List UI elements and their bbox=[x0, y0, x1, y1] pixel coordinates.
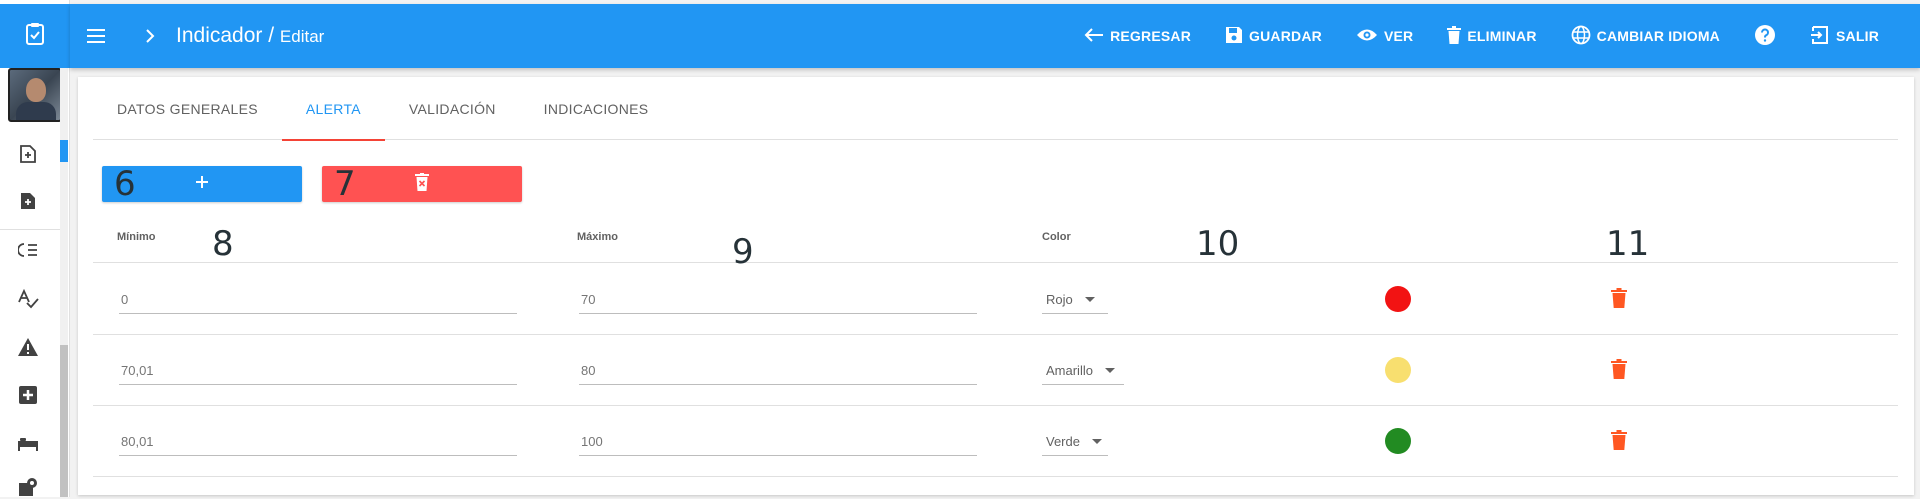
tab-datos-generales[interactable]: DATOS GENERALES bbox=[93, 77, 282, 140]
sidebar-active-indicator bbox=[60, 140, 68, 162]
help-button[interactable] bbox=[1737, 16, 1793, 56]
exit-button[interactable]: SALIR bbox=[1793, 16, 1896, 56]
sidebar-divider bbox=[0, 229, 60, 230]
bed-icon[interactable] bbox=[16, 432, 40, 456]
color-select-value: Amarillo bbox=[1046, 363, 1093, 378]
min-input[interactable]: 0 bbox=[119, 284, 517, 314]
chevron-right-icon[interactable] bbox=[140, 26, 160, 46]
min-input[interactable]: 80,01 bbox=[119, 426, 517, 456]
color-select[interactable]: Amarillo bbox=[1042, 355, 1124, 385]
spellcheck-icon[interactable] bbox=[16, 287, 40, 311]
plus-icon bbox=[195, 175, 209, 194]
header-color: Color bbox=[1042, 231, 1071, 243]
color-swatch bbox=[1385, 286, 1411, 312]
save-icon bbox=[1225, 26, 1243, 47]
tab-bar: DATOS GENERALES ALERTA VALIDACIÓN INDICA… bbox=[93, 77, 1898, 141]
max-input[interactable]: 80 bbox=[579, 355, 977, 385]
header-actions: REGRESAR GUARDAR VER ELIMINAR CAMBIAR ID… bbox=[1067, 4, 1896, 68]
annotation-marker: 10 bbox=[1196, 224, 1240, 264]
header-maximo: Máximo bbox=[577, 231, 618, 243]
page-title-main: Indicador bbox=[176, 24, 263, 47]
color-swatch bbox=[1385, 428, 1411, 454]
eye-icon bbox=[1356, 28, 1378, 45]
back-button-label: REGRESAR bbox=[1110, 28, 1192, 44]
annotation-marker: 11 bbox=[1606, 224, 1650, 264]
trash-icon bbox=[1447, 25, 1462, 47]
dropdown-caret-icon bbox=[1084, 297, 1095, 302]
annotation-marker: 8 bbox=[212, 224, 234, 264]
page-title-separator: / bbox=[262, 24, 280, 47]
delete-row-icon[interactable] bbox=[1611, 288, 1629, 310]
delete-button-label: ELIMINAR bbox=[1467, 28, 1537, 44]
max-input[interactable]: 100 bbox=[579, 426, 977, 456]
tab-alerta[interactable]: ALERTA bbox=[281, 77, 385, 141]
main-card: DATOS GENERALES ALERTA VALIDACIÓN INDICA… bbox=[78, 77, 1914, 495]
back-button[interactable]: REGRESAR bbox=[1067, 16, 1208, 56]
add-row-button[interactable]: 6 bbox=[102, 164, 302, 204]
save-button-label: GUARDAR bbox=[1249, 28, 1322, 44]
delete-row-icon[interactable] bbox=[1611, 430, 1629, 452]
app-header: Indicador / Editar REGRESAR GUARDAR VER … bbox=[70, 4, 1920, 68]
warning-icon[interactable] bbox=[16, 335, 40, 359]
dropdown-caret-icon bbox=[1104, 368, 1115, 373]
header-minimo: Mínimo bbox=[117, 231, 156, 243]
delete-row-icon[interactable] bbox=[1611, 359, 1629, 381]
dropdown-caret-icon bbox=[1091, 439, 1102, 444]
color-select[interactable]: Verde bbox=[1042, 426, 1108, 456]
tab-validacion[interactable]: VALIDACIÓN bbox=[385, 77, 520, 140]
min-input[interactable]: 70,01 bbox=[119, 355, 517, 385]
app-logo[interactable] bbox=[0, 4, 70, 68]
color-select-value: Rojo bbox=[1046, 292, 1073, 307]
annotation-marker: 6 bbox=[114, 164, 136, 204]
color-select[interactable]: Rojo bbox=[1042, 284, 1108, 314]
view-button-label: VER bbox=[1383, 28, 1414, 44]
add-document-icon[interactable] bbox=[16, 142, 40, 166]
page-title: Indicador / Editar bbox=[176, 24, 324, 48]
change-language-button[interactable]: CAMBIAR IDIOMA bbox=[1554, 16, 1737, 56]
color-swatch bbox=[1385, 357, 1411, 383]
max-input[interactable]: 70 bbox=[579, 284, 977, 314]
avatar[interactable] bbox=[8, 68, 62, 122]
sidebar bbox=[0, 0, 70, 497]
map-pin-icon[interactable] bbox=[16, 475, 40, 499]
table-row: 70,01 80 Amarillo bbox=[93, 335, 1898, 406]
color-select-value: Verde bbox=[1046, 434, 1080, 449]
tab-indicaciones[interactable]: INDICACIONES bbox=[520, 77, 673, 140]
delete-button[interactable]: ELIMINAR bbox=[1430, 16, 1553, 56]
help-icon bbox=[1754, 24, 1776, 49]
table-row: 0 70 Rojo bbox=[93, 264, 1898, 335]
delete-forever-icon bbox=[415, 172, 429, 196]
sidebar-scrollbar-thumb[interactable] bbox=[60, 345, 68, 497]
table-row: 80,01 100 Verde bbox=[93, 406, 1898, 477]
arrow-left-icon bbox=[1084, 27, 1104, 45]
add-file-icon[interactable] bbox=[16, 189, 40, 213]
exit-icon bbox=[1810, 25, 1830, 47]
page-title-sub: Editar bbox=[279, 27, 325, 46]
exit-button-label: SALIR bbox=[1836, 28, 1879, 44]
medical-plus-icon[interactable] bbox=[16, 383, 40, 407]
change-language-label: CAMBIAR IDIOMA bbox=[1596, 28, 1720, 44]
globe-icon bbox=[1571, 25, 1591, 48]
delete-rows-button[interactable]: 7 bbox=[322, 164, 522, 204]
checklist-icon[interactable] bbox=[16, 238, 40, 262]
clipboard-icon bbox=[24, 22, 46, 51]
menu-icon[interactable] bbox=[84, 24, 108, 48]
annotation-marker: 7 bbox=[334, 164, 356, 204]
save-button[interactable]: GUARDAR bbox=[1208, 16, 1339, 56]
view-button[interactable]: VER bbox=[1339, 16, 1430, 56]
